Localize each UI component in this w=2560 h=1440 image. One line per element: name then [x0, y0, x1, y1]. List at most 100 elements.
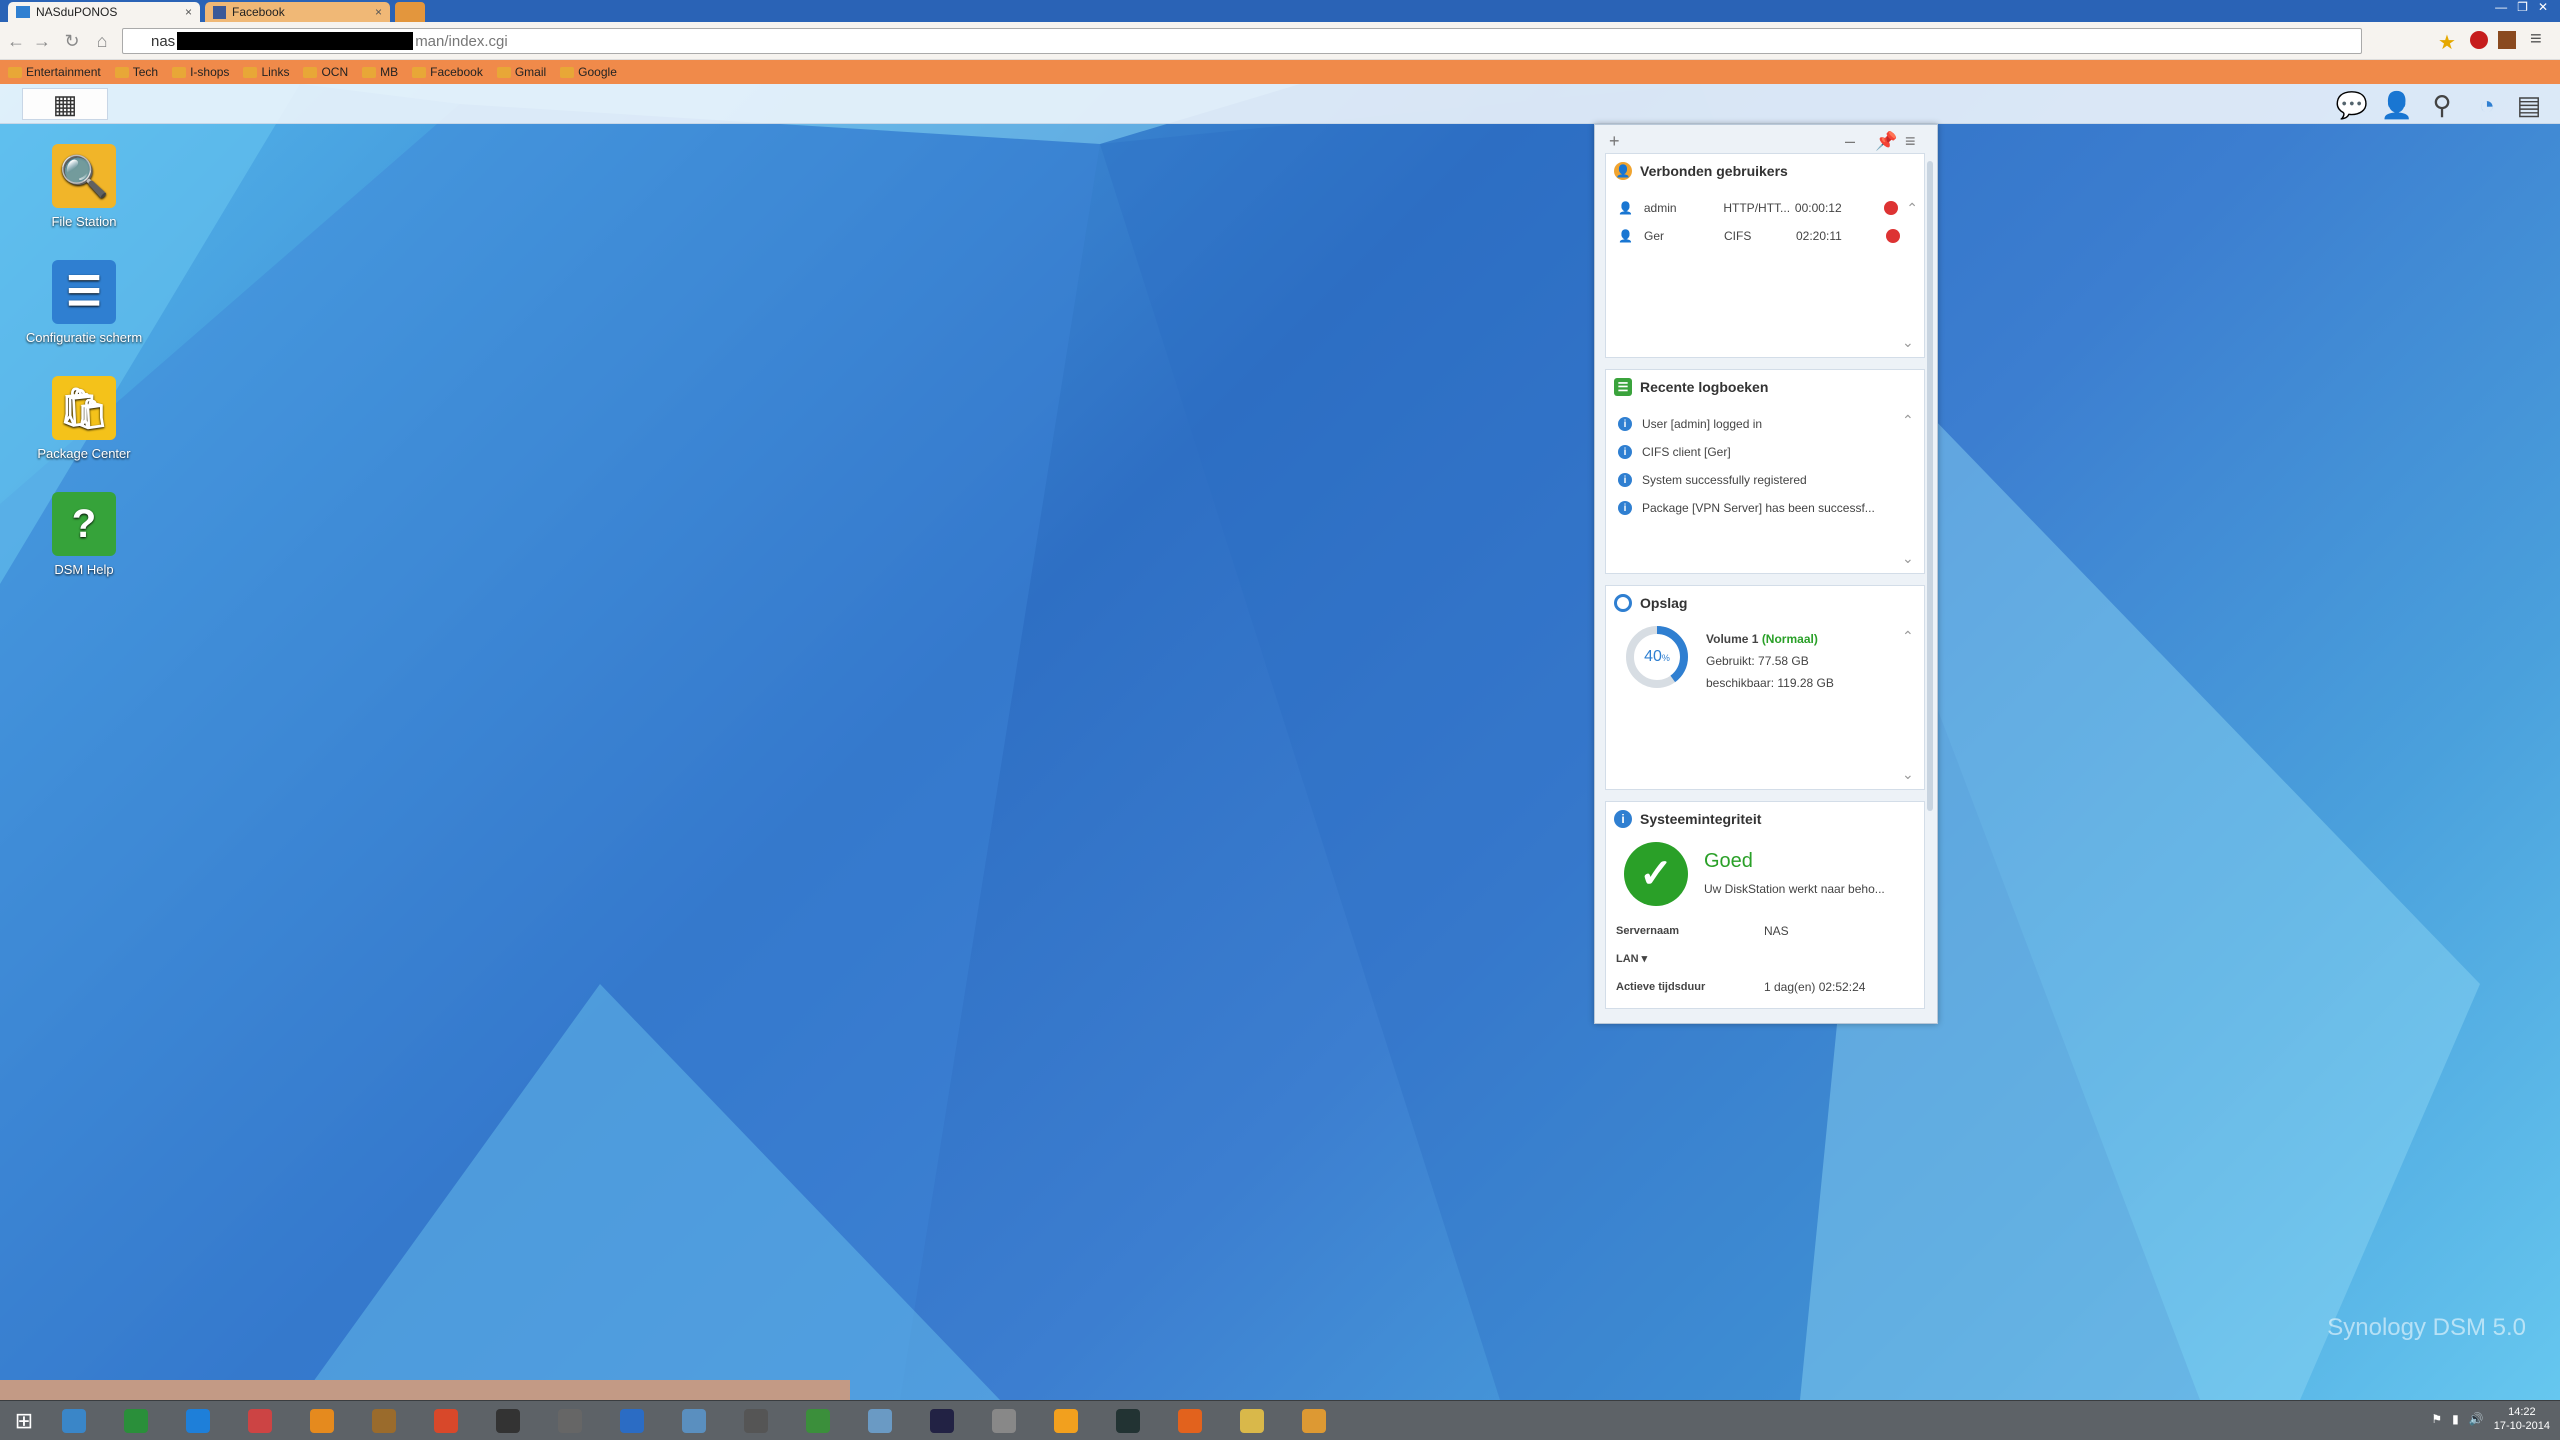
forward-icon[interactable]: →: [30, 31, 54, 52]
bookmark-item[interactable]: OCN: [303, 65, 348, 79]
disconnect-icon[interactable]: [1886, 229, 1900, 243]
bookmark-label: Entertainment: [26, 65, 101, 79]
download-bar: [0, 1380, 850, 1400]
taskbar-app-icon[interactable]: [736, 1405, 776, 1437]
app-glyph: [806, 1409, 830, 1433]
back-icon[interactable]: ←: [4, 31, 28, 52]
new-tab-button[interactable]: [395, 2, 425, 22]
taskbar-app-icon[interactable]: [612, 1405, 652, 1437]
volume-info: Volume 1 (Normaal) Gebruikt: 77.58 GB be…: [1706, 628, 1834, 694]
scroll-down-icon[interactable]: ⌄: [1902, 550, 1914, 567]
menu-icon[interactable]: ≡: [2530, 28, 2542, 51]
facebook-favicon: [213, 5, 226, 19]
start-button[interactable]: ⊞: [4, 1405, 44, 1437]
widget-title: Systeemintegriteit: [1640, 811, 1762, 827]
desktop-icon-package-center[interactable]: 🛍 Package Center: [19, 376, 149, 492]
scroll-down-icon[interactable]: ⌄: [1902, 766, 1914, 783]
extension-icon[interactable]: [2498, 31, 2516, 49]
health-status: Goed: [1704, 850, 1753, 872]
taskbar-app-icon[interactable]: [302, 1405, 342, 1437]
bookmark-label: Gmail: [514, 65, 547, 79]
close-window-icon[interactable]: ✕: [2538, 0, 2548, 14]
volume-icon[interactable]: 🔊: [2469, 1412, 2484, 1426]
taskbar-app-icon[interactable]: [1232, 1405, 1272, 1437]
log-row: i System successfully registered: [1618, 466, 1918, 494]
desktop-icon-dsm-help[interactable]: ? DSM Help: [19, 492, 149, 608]
bookmark-item[interactable]: MB: [362, 65, 398, 79]
widget-header: 👤 Verbonden gebruikers: [1614, 162, 1788, 180]
search-icon[interactable]: ⚲: [2425, 90, 2459, 121]
scroll-up-icon[interactable]: ⌃: [1902, 628, 1914, 645]
home-icon[interactable]: ⌂: [90, 31, 114, 52]
scroll-down-icon[interactable]: ⌄: [1902, 334, 1914, 351]
url-suffix: man/index.cgi: [415, 32, 508, 50]
scroll-up-icon[interactable]: ⌃: [1906, 200, 1918, 217]
folder-icon: [243, 66, 258, 78]
bookmark-item[interactable]: Links: [243, 65, 289, 79]
close-icon[interactable]: ×: [375, 5, 382, 19]
taskbar-app-icon[interactable]: [1046, 1405, 1086, 1437]
taskbar-app-icon[interactable]: [1170, 1405, 1210, 1437]
notifications-icon[interactable]: 💬: [2335, 90, 2369, 121]
network-icon[interactable]: ▮: [2452, 1412, 2459, 1426]
bookmark-item[interactable]: I-shops: [172, 65, 229, 79]
minimize-icon[interactable]: —: [2495, 0, 2507, 14]
taskbar-app-icon[interactable]: [240, 1405, 280, 1437]
taskbar-app-icon[interactable]: [178, 1405, 218, 1437]
taskbar-app-icon[interactable]: [674, 1405, 714, 1437]
user-row: 👤 admin HTTP/HTT... 00:00:12 ⌃: [1618, 194, 1918, 222]
flag-icon[interactable]: ⚑: [2431, 1412, 2442, 1426]
tab-facebook[interactable]: Facebook ×: [205, 2, 390, 22]
disconnect-icon[interactable]: [1884, 201, 1899, 215]
app-glyph: [434, 1409, 458, 1433]
extension-icon[interactable]: [2470, 31, 2488, 49]
folder-icon: [560, 66, 575, 78]
user-icon[interactable]: 👤: [2380, 90, 2414, 121]
lan-dropdown[interactable]: LAN ▾: [1616, 952, 1647, 965]
taskbar-app-icon[interactable]: [1108, 1405, 1148, 1437]
bookmark-label: Tech: [132, 65, 159, 79]
widgets-toggle-icon[interactable]: ▤: [2512, 90, 2546, 121]
settings-icon[interactable]: ≡: [1905, 131, 1916, 152]
taskbar-app-icon[interactable]: [364, 1405, 404, 1437]
bookmark-star-icon[interactable]: ★: [2438, 30, 2456, 55]
status-icon[interactable]: ◔: [2470, 90, 2504, 121]
taskbar-app-icon[interactable]: [922, 1405, 962, 1437]
taskbar-app-icon[interactable]: [116, 1405, 156, 1437]
taskbar-app-icon[interactable]: [426, 1405, 466, 1437]
taskbar-app-icon[interactable]: [798, 1405, 838, 1437]
add-widget-icon[interactable]: +: [1609, 131, 1620, 152]
taskbar-app-icon[interactable]: [54, 1405, 94, 1437]
url-input[interactable]: nas man/index.cgi: [122, 28, 2362, 54]
widget-scrollbar[interactable]: [1927, 161, 1933, 811]
desktop-icon-configuratie-scherm[interactable]: ☰ Configuratie scherm: [19, 260, 149, 376]
close-icon[interactable]: ×: [185, 5, 192, 19]
taskbar-app-icon[interactable]: [984, 1405, 1024, 1437]
app-glyph: [868, 1409, 892, 1433]
url-prefix: nas: [151, 32, 176, 50]
scroll-up-icon[interactable]: ⌃: [1902, 412, 1914, 429]
bookmark-item[interactable]: Tech: [114, 65, 159, 79]
info-icon: i: [1618, 445, 1632, 459]
bookmark-item[interactable]: Google: [560, 65, 617, 79]
taskbar-app-icon[interactable]: [860, 1405, 900, 1437]
bookmark-item[interactable]: Gmail: [496, 65, 547, 79]
minimize-icon[interactable]: –: [1845, 131, 1855, 152]
tab-nasduponos[interactable]: NASduPONOS ×: [8, 2, 200, 22]
folder-icon: [172, 66, 187, 78]
taskbar-app-icon[interactable]: [1294, 1405, 1334, 1437]
bookmark-item[interactable]: Facebook: [412, 65, 483, 79]
reload-icon[interactable]: ↻: [60, 31, 84, 52]
app-glyph: [372, 1409, 396, 1433]
desktop-icon-file-station[interactable]: 🔍 File Station: [19, 144, 149, 260]
bookmark-item[interactable]: Entertainment: [8, 65, 101, 79]
clock[interactable]: 14:22 17-10-2014: [2494, 1405, 2550, 1433]
taskbar-app-icon[interactable]: [550, 1405, 590, 1437]
pin-icon[interactable]: 📌: [1875, 131, 1897, 152]
user-icon: 👤: [1618, 229, 1633, 243]
info-icon: i: [1618, 501, 1632, 515]
main-menu-button[interactable]: ▦: [22, 88, 108, 120]
app-glyph: [1302, 1409, 1326, 1433]
taskbar-app-icon[interactable]: [488, 1405, 528, 1437]
restore-icon[interactable]: ❐: [2517, 0, 2528, 14]
